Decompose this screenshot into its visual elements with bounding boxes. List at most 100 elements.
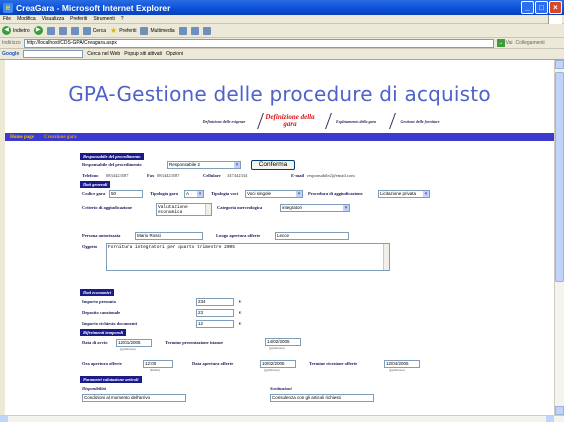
step-espletamento[interactable]: Espletamento della gara <box>332 119 380 124</box>
section-responsabile: Responsabile del procedimento <box>80 153 144 160</box>
scroll-thumb[interactable] <box>555 72 564 282</box>
page-content: GPA-Gestione delle procedure di acquisto… <box>5 60 554 415</box>
scroll-right-button[interactable] <box>546 416 554 422</box>
address-bar: Indirizzo http://localhost/CDS-GPA/Creag… <box>0 38 564 49</box>
codice-gara-input[interactable]: 50 <box>109 190 143 198</box>
menu-file[interactable]: File <box>3 16 11 22</box>
cellulare-value: 347442334 <box>227 173 248 178</box>
window-controls: _ □ × <box>521 1 562 14</box>
forward-button[interactable]: ▶ <box>33 26 43 35</box>
links-label[interactable]: Collegamenti <box>515 40 544 46</box>
popup-blocker-button[interactable]: Popup siti attivati <box>124 51 162 57</box>
documenti-input[interactable]: 12 <box>196 320 234 328</box>
mail-button[interactable] <box>190 26 199 35</box>
favorites-button[interactable]: ★ Preferiti <box>110 26 136 35</box>
luogo-input[interactable]: Lecce <box>275 232 349 240</box>
scroll-left-button[interactable] <box>0 416 8 422</box>
persona-input[interactable]: Mario Rossi <box>135 232 203 240</box>
tipologia-voci-label: Tipologia voci <box>211 191 239 196</box>
ora-apertura-label: Ora apertura offerte <box>82 361 122 366</box>
data-apertura-label: Data apertura offerte <box>192 361 234 366</box>
search-label: Cerca <box>92 27 107 34</box>
maximize-button[interactable]: □ <box>535 1 548 14</box>
criterio-value: Valutazione economica <box>158 205 188 215</box>
print-button[interactable] <box>202 26 211 35</box>
documenti-label: Importo richiesto documenti <box>82 321 137 326</box>
back-button[interactable]: ◀ Indietro <box>2 26 30 35</box>
section-riferimenti-temporali: Riferimenti temporali <box>80 329 127 336</box>
oggetto-label: Oggetto <box>82 244 98 249</box>
menu-preferiti[interactable]: Preferiti <box>70 16 87 22</box>
categoria-select[interactable]: integratori <box>280 204 350 212</box>
step-separator <box>248 113 264 129</box>
criterio-scrollbar[interactable] <box>205 204 211 215</box>
close-button[interactable]: × <box>549 1 562 14</box>
scroll-up-button[interactable] <box>555 60 564 69</box>
menu-strumenti[interactable]: Strumenti <box>93 16 114 22</box>
procedura-select[interactable]: Licitazione privata <box>378 190 430 198</box>
oggetto-scrollbar[interactable] <box>383 244 389 270</box>
luogo-label: Luogo apertura offerte <box>216 233 261 238</box>
menu-modifica[interactable]: Modifica <box>17 16 36 22</box>
address-url: http://localhost/CDS-GPA/Creagara.aspx <box>26 40 117 46</box>
multimedia-button[interactable]: Multimedia <box>140 26 175 35</box>
data-avvio-input[interactable]: 12/01/2005 <box>116 339 152 347</box>
search-button[interactable]: Cerca <box>82 26 107 35</box>
step-esigenze[interactable]: Definizione delle esigenze <box>200 119 248 124</box>
windows-flag-icon <box>548 15 562 24</box>
home-button[interactable] <box>70 26 79 35</box>
email-label: E-mail <box>291 173 304 178</box>
step-gara[interactable]: Definizione della gara <box>264 114 316 128</box>
scroll-down-button[interactable] <box>555 406 564 415</box>
home-page-link[interactable]: Home page <box>10 135 34 140</box>
ora-apertura-input[interactable]: 12:00 <box>143 360 173 368</box>
google-options-button[interactable]: Opzioni <box>166 51 183 57</box>
go-button[interactable]: → Vai <box>496 39 513 47</box>
menu-bar: File Modifica Visualizza Preferiti Strum… <box>0 15 564 24</box>
data-avvio-label: Data di avvio <box>82 340 108 345</box>
vertical-scrollbar[interactable] <box>554 60 564 415</box>
menu-help[interactable]: ? <box>121 16 124 22</box>
telefono-value: 0834423587 <box>106 173 129 178</box>
tipologia-gara-select[interactable]: A <box>184 190 204 198</box>
menu-visualizza[interactable]: Visualizza <box>42 16 64 22</box>
refresh-button[interactable] <box>58 26 67 35</box>
back-label: Indietro <box>13 27 30 34</box>
home-icon <box>70 26 79 35</box>
window-titlebar: e CreaGara - Microsoft Internet Explorer… <box>0 0 564 15</box>
procedura-value: Licitazione privata <box>380 191 417 196</box>
stop-button[interactable] <box>46 26 55 35</box>
termine-ricezione-input[interactable]: 12/04/2005 <box>384 360 420 368</box>
oggetto-textarea[interactable]: Fornitura integratori per quarto trimest… <box>106 243 390 271</box>
section-dati-economici: Dati economici <box>80 289 115 296</box>
criterio-listbox[interactable]: Valutazione economica <box>156 203 212 216</box>
responsabile-selected: Responsabile 2 <box>169 162 201 167</box>
history-button[interactable] <box>178 26 187 35</box>
disponibilita-input[interactable]: Condizioni al momento dell'arrivo <box>82 394 186 402</box>
oggetto-value: Fornitura integratori per quarto trimest… <box>108 245 235 250</box>
data-apertura-input[interactable]: 10/02/2005 <box>260 360 296 368</box>
ora-apertura-hint: (hh:mm) <box>150 369 160 372</box>
conferma-button[interactable]: Conferma <box>251 160 295 170</box>
tipologia-voci-select[interactable]: Voci singole <box>245 190 303 198</box>
multimedia-label: Multimedia <box>150 27 175 34</box>
fax-value: 0834423587 <box>157 173 180 178</box>
deposito-input[interactable]: 23 <box>196 309 234 317</box>
google-search-web-button[interactable]: Cerca nel Web <box>87 51 120 57</box>
minimize-button[interactable]: _ <box>521 1 534 14</box>
step-forniture[interactable]: Gestione delle forniture <box>396 119 444 124</box>
data-apertura-hint: (gg/mm/aaaa) <box>264 369 280 372</box>
go-label: Vai <box>505 40 513 46</box>
importo-input[interactable]: 234 <box>196 298 234 306</box>
sostituzioni-input[interactable]: Consulenza con gli articoli richiesti <box>270 394 374 402</box>
sostituzioni-label: Sostituzioni <box>270 386 292 391</box>
importo-currency: € <box>239 299 242 304</box>
step-separator <box>316 113 332 129</box>
categoria-value: integratori <box>282 205 303 210</box>
google-search-input[interactable] <box>23 50 84 58</box>
termine-presentazione-input[interactable]: 14/02/2005 <box>265 338 301 346</box>
history-icon <box>178 26 187 35</box>
horizontal-scrollbar[interactable] <box>0 415 564 422</box>
address-input[interactable]: http://localhost/CDS-GPA/Creagara.aspx <box>23 38 494 48</box>
responsabile-select[interactable]: Responsabile 2 <box>167 161 241 169</box>
